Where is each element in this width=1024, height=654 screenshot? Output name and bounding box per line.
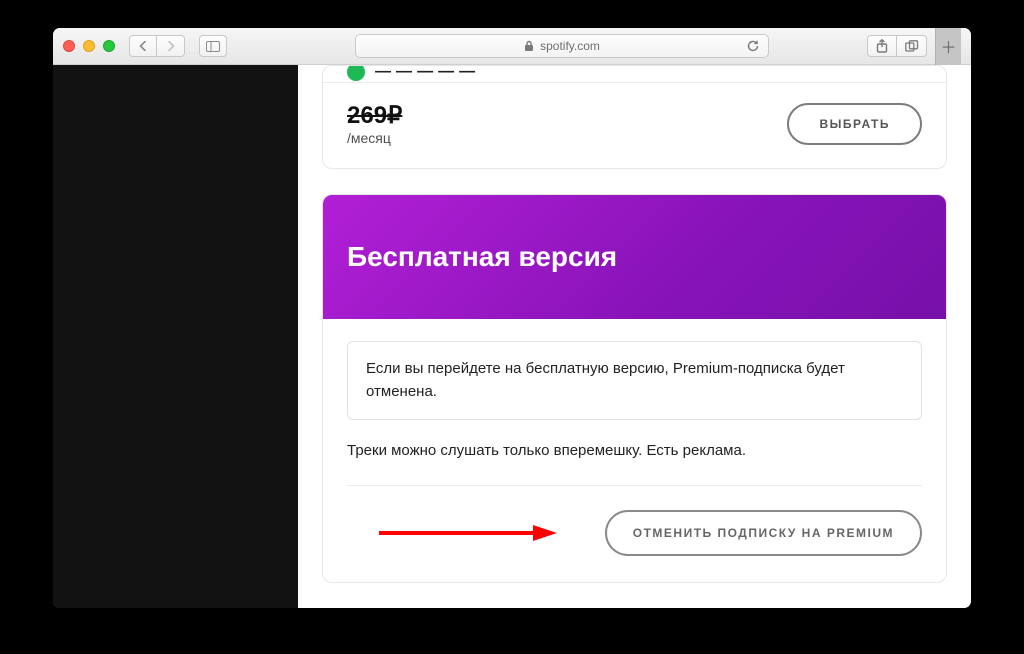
titlebar: spotify.com: [53, 28, 971, 65]
page-content: — — — — — 269₽ /месяц ВЫБРАТЬ Бесплатная…: [298, 65, 971, 608]
cancel-premium-button[interactable]: ОТМЕНИТЬ ПОДПИСКУ НА PREMIUM: [605, 510, 922, 556]
lock-icon: [524, 40, 534, 52]
minimize-window-button[interactable]: [83, 40, 95, 52]
premium-plan-card: — — — — — 269₽ /месяц ВЫБРАТЬ: [322, 65, 947, 169]
premium-plan-feature-row: — — — — —: [347, 66, 922, 82]
price-amount: 269₽: [347, 101, 402, 130]
free-plan-description: Треки можно слушать только вперемешку. Е…: [347, 442, 922, 459]
price-period: /месяц: [347, 130, 402, 146]
back-button[interactable]: [129, 35, 157, 57]
toolbar-right: [867, 35, 927, 57]
check-icon: [347, 66, 365, 81]
annotation-arrow-icon: [377, 523, 557, 543]
free-plan-card: Бесплатная версия Если вы перейдете на б…: [322, 194, 947, 583]
address-host-text: spotify.com: [540, 39, 600, 53]
viewport: — — — — — 269₽ /месяц ВЫБРАТЬ Бесплатная…: [53, 65, 971, 608]
address-host: spotify.com: [524, 39, 600, 53]
address-bar[interactable]: spotify.com: [355, 34, 769, 58]
premium-plan-price: 269₽ /месяц: [347, 101, 402, 146]
forward-button[interactable]: [157, 35, 185, 57]
reload-button[interactable]: [746, 39, 760, 53]
browser-window: spotify.com: [53, 28, 971, 608]
site-sidebar: [53, 65, 298, 608]
window-controls: [63, 40, 115, 52]
free-plan-header: Бесплатная версия: [323, 195, 946, 319]
tabs-overview-button[interactable]: [897, 35, 927, 57]
divider: [323, 82, 946, 83]
free-plan-title: Бесплатная версия: [347, 241, 922, 273]
share-button[interactable]: [867, 35, 897, 57]
maximize-window-button[interactable]: [103, 40, 115, 52]
nav-back-forward: [129, 35, 185, 57]
new-tab-button[interactable]: ＋: [935, 28, 961, 65]
close-window-button[interactable]: [63, 40, 75, 52]
sidebar-toggle-button[interactable]: [199, 35, 227, 57]
divider: [347, 485, 922, 486]
free-plan-notice: Если вы перейдете на бесплатную версию, …: [347, 341, 922, 420]
select-plan-button[interactable]: ВЫБРАТЬ: [787, 103, 922, 145]
